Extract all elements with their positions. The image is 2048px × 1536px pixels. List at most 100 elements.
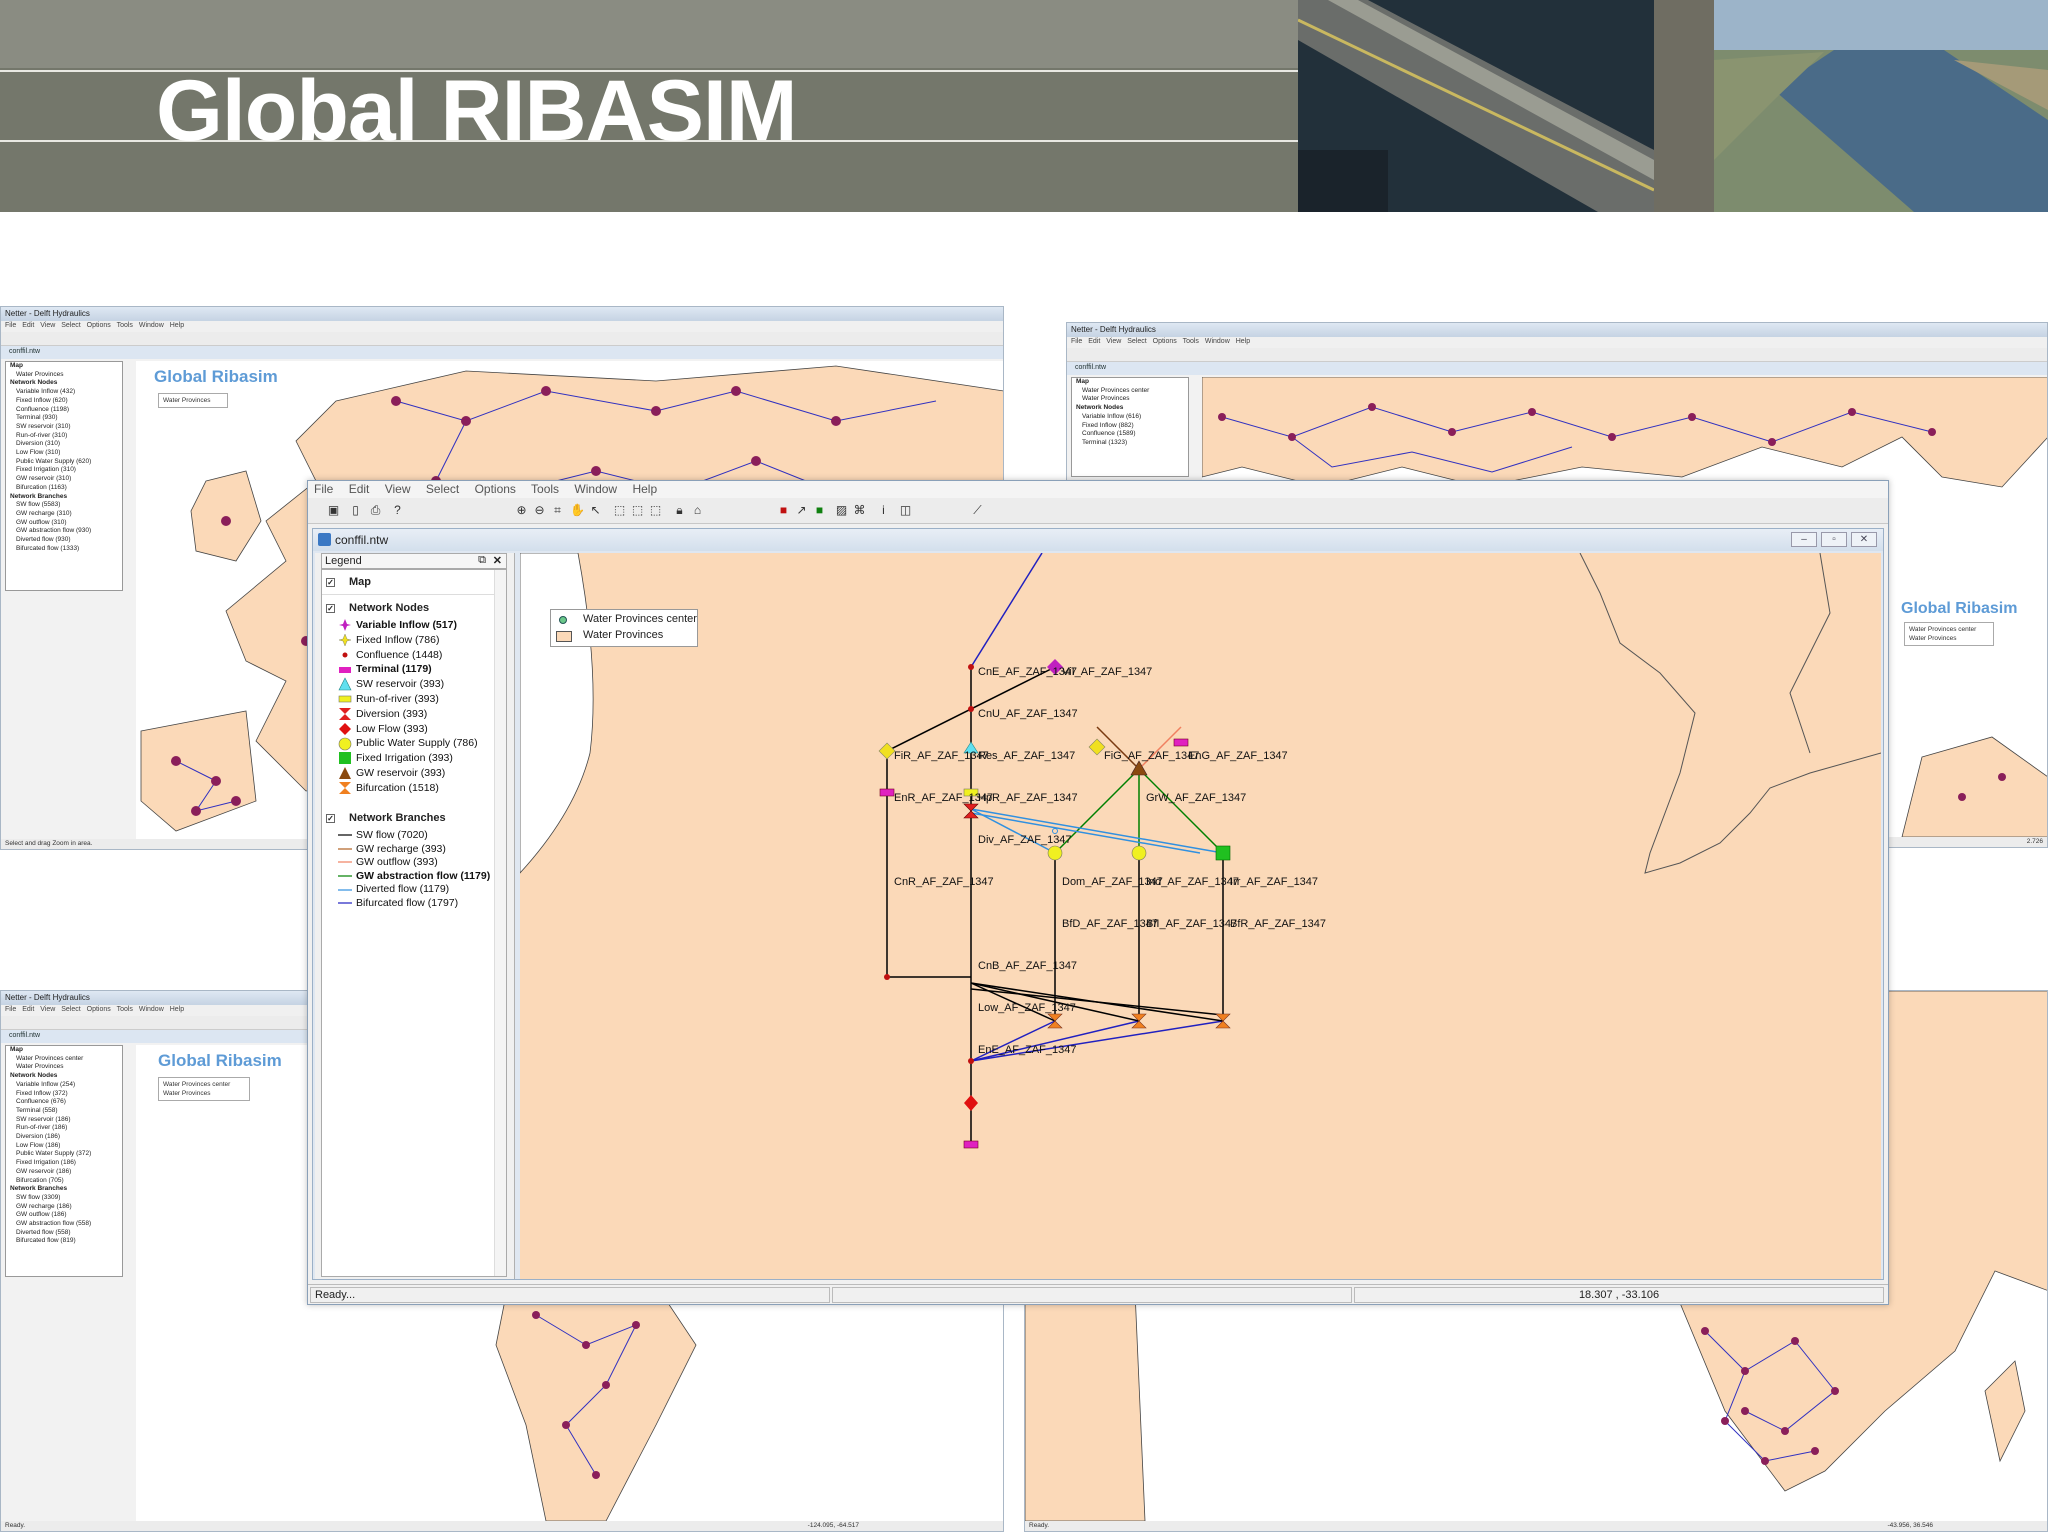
legend-item-bifurcation[interactable]: Bifurcation (1518): [338, 781, 439, 795]
checkbox-icon[interactable]: ✓: [326, 813, 335, 823]
legend-line: Run-of-river (186): [16, 1124, 68, 1132]
menu-select[interactable]: Select: [426, 482, 459, 496]
low-flow-node-low[interactable]: [964, 1095, 978, 1111]
pan-hand-icon[interactable]: ✋: [570, 503, 585, 518]
legend-branch-item[interactable]: SW flow (7020): [338, 828, 428, 842]
checkbox-icon[interactable]: ✓: [326, 577, 335, 587]
network-map[interactable]: CnE_AF_ZAF_1347 ViI_AF_ZAF_1347 CnU_AF_Z…: [520, 553, 1881, 1279]
edit-node-icon[interactable]: ■: [812, 503, 827, 518]
legend-item-label: Low Flow (393): [356, 722, 428, 735]
unlock-icon[interactable]: ⌂: [690, 503, 705, 518]
fixed-inflow-node-fir[interactable]: [878, 742, 896, 760]
zoom-out-icon[interactable]: ⊖: [532, 503, 547, 518]
legend-item-confluence[interactable]: Confluence (1448): [338, 648, 442, 662]
info-icon[interactable]: i: [876, 503, 891, 518]
fixed-irrigation-icon: [338, 751, 352, 765]
legend-line: Network Nodes: [10, 379, 58, 387]
legend-item-sw-reservoir[interactable]: SW reservoir (393): [338, 677, 444, 691]
add-node-icon[interactable]: ■: [776, 503, 791, 518]
bifurcation-node-bfd[interactable]: [1047, 1013, 1063, 1029]
zoom-in-icon[interactable]: ⊕: [514, 503, 529, 518]
window-title: Netter - Delft Hydraulics: [1, 307, 1003, 321]
legend-item-diversion[interactable]: Diversion (393): [338, 707, 427, 721]
select-branches-icon[interactable]: ⬚: [648, 503, 663, 518]
public-water-supply-node-ind[interactable]: [1131, 845, 1147, 861]
menu-options[interactable]: Options: [475, 482, 516, 496]
legend-item-gw-reservoir[interactable]: GW reservoir (393): [338, 766, 445, 780]
select-nodes-icon[interactable]: ⬚: [630, 503, 645, 518]
confluence-node-cnr[interactable]: [884, 974, 890, 980]
close-button[interactable]: ✕: [1851, 532, 1877, 547]
menu-help[interactable]: Help: [632, 482, 657, 496]
public-water-supply-node-dom[interactable]: [1047, 845, 1063, 861]
legend-line: Bifurcated flow (1333): [16, 544, 80, 552]
menu-edit[interactable]: Edit: [349, 482, 370, 496]
select-area-icon[interactable]: ⬚: [612, 503, 627, 518]
legend-section-nodes[interactable]: ✓ Network Nodes: [326, 602, 429, 614]
terminal-node-ene[interactable]: [963, 1140, 979, 1149]
slide-title: Global RIBASIM: [156, 63, 798, 159]
menu-file[interactable]: File: [314, 482, 333, 496]
legend-section-branches[interactable]: ✓ Network Branches: [326, 812, 446, 824]
help-icon[interactable]: ?: [390, 503, 405, 518]
menu-view[interactable]: View: [385, 482, 411, 496]
minimize-button[interactable]: –: [1791, 532, 1817, 547]
legend-item-fixed-inflow[interactable]: Fixed Inflow (786): [338, 633, 439, 647]
bifurcation-node-bfi[interactable]: [1131, 1013, 1147, 1029]
legend-branch-item[interactable]: GW recharge (393): [338, 842, 446, 856]
node-label-div: Div_AF_ZAF_1347: [978, 834, 1072, 846]
legend-item-variable-inflow[interactable]: Variable Inflow (517): [338, 618, 457, 632]
confluence-node-cnu[interactable]: [968, 706, 974, 712]
add-branch-icon[interactable]: ↗: [794, 503, 809, 518]
checkbox-icon[interactable]: ✓: [326, 603, 335, 613]
menu-tools[interactable]: Tools: [531, 482, 559, 496]
image-icon[interactable]: ▨: [834, 503, 849, 518]
legend-item-low-flow[interactable]: Low Flow (393): [338, 722, 428, 736]
network-schematic[interactable]: CnE_AF_ZAF_1347 ViI_AF_ZAF_1347 CnU_AF_Z…: [520, 553, 1881, 1279]
legend-item-terminal[interactable]: Terminal (1179): [338, 662, 432, 676]
menu-bar[interactable]: File Edit View Select Options Tools Wind…: [1067, 337, 2047, 348]
fixed-inflow-node-fig[interactable]: [1088, 738, 1106, 756]
new-document-icon[interactable]: ▯: [348, 503, 363, 518]
measure-icon[interactable]: ⟋: [970, 503, 985, 518]
legend-scrollbar[interactable]: [494, 570, 506, 1276]
print-icon[interactable]: ⎙: [368, 503, 383, 518]
legend-section-map[interactable]: ✓ Map: [326, 576, 371, 588]
legend-branch-item[interactable]: GW abstraction flow (1179): [338, 869, 490, 883]
legend-branch-item[interactable]: Bifurcated flow (1797): [338, 896, 458, 910]
branch-line-icon: [338, 855, 352, 869]
confluence-node-cnb[interactable]: [968, 1058, 974, 1064]
legend-panel: Map Water Provinces Network Nodes Variab…: [5, 361, 123, 591]
legend-line: Terminal (930): [16, 414, 58, 422]
confluence-node-cne[interactable]: [968, 664, 974, 670]
legend-item-run-of-river[interactable]: Run-of-river (393): [338, 692, 439, 706]
menu-bar[interactable]: File Edit View Select Options Tools Wind…: [1, 321, 1003, 332]
save-icon[interactable]: ▣: [326, 503, 341, 518]
legend-undock-icon[interactable]: ⧉: [478, 554, 486, 567]
terminal-node-eng[interactable]: [1173, 738, 1189, 747]
legend-line: Diverted flow (930): [16, 536, 71, 544]
toolbar[interactable]: [1067, 348, 2047, 362]
legend-line: GW abstraction flow (558): [16, 1220, 92, 1228]
legend-item-fixed-irrigation[interactable]: Fixed Irrigation (393): [338, 751, 453, 765]
legend-branch-item[interactable]: GW outflow (393): [338, 855, 438, 869]
legend-close-icon[interactable]: ✕: [493, 554, 502, 567]
fixed-irrigation-node-irr[interactable]: [1215, 845, 1231, 861]
maximize-button[interactable]: ▫: [1821, 532, 1847, 547]
tag-icon[interactable]: ⌘: [852, 503, 867, 518]
legend-line: Network Branches: [10, 492, 68, 500]
zoom-extent-icon[interactable]: ⌗: [550, 503, 565, 518]
pointer-icon[interactable]: ↖: [588, 503, 603, 518]
legend-panel: Legend ⧉ ✕ ✓Map ▾ ✓Network Nodes ▴ Varia…: [315, 553, 515, 1279]
legend-section-label: Network Nodes: [349, 602, 430, 614]
menu-window[interactable]: Window: [574, 482, 617, 496]
lock-icon[interactable]: 🔒︎: [672, 503, 687, 518]
legend-branch-item[interactable]: Diverted flow (1179): [338, 882, 449, 896]
gw-outflow-branch: [1138, 726, 1182, 770]
map-legend-item: Water Provinces: [583, 629, 664, 641]
properties-icon[interactable]: ◫: [898, 503, 913, 518]
status-coordinates: -124.095, -64.517: [807, 1522, 859, 1529]
legend-item-public-water-supply[interactable]: Public Water Supply (786): [338, 736, 478, 750]
terminal-node-enr[interactable]: [879, 788, 895, 797]
toolbar[interactable]: [1, 332, 1003, 346]
